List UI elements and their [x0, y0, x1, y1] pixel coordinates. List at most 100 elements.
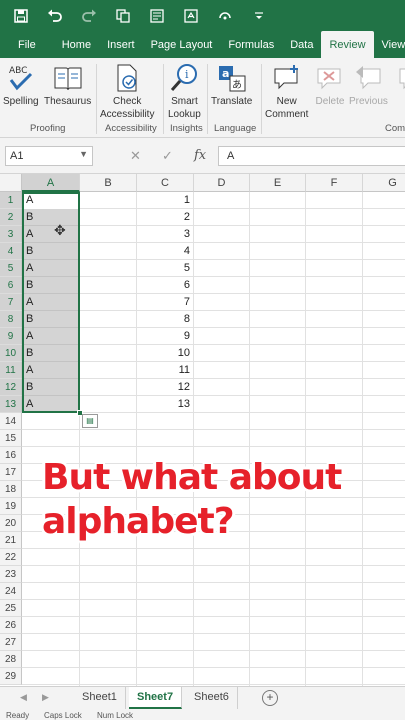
row-header[interactable]: 13 [0, 396, 22, 413]
tab-formulas[interactable]: Formulas [220, 31, 282, 58]
sheet-tab-sheet7[interactable]: Sheet7 [129, 687, 183, 709]
row-header[interactable]: 1 [0, 192, 22, 209]
cell-c[interactable]: 11 [137, 362, 194, 379]
cell-c[interactable]: 12 [137, 379, 194, 396]
chevron-down-icon[interactable]: ▼ [79, 149, 88, 159]
column-header[interactable]: C [137, 174, 194, 192]
row-header[interactable]: 23 [0, 566, 22, 583]
cell-c[interactable]: 5 [137, 260, 194, 277]
formula-input[interactable]: A [218, 146, 405, 166]
cell-c[interactable]: 3 [137, 226, 194, 243]
column-header[interactable]: G [363, 174, 405, 192]
tab-data[interactable]: Data [282, 31, 321, 58]
cell-a[interactable]: A [22, 226, 80, 243]
cell-a[interactable]: B [22, 243, 80, 260]
row-header[interactable]: 25 [0, 600, 22, 617]
cell-c[interactable]: 2 [137, 209, 194, 226]
new-comment-button[interactable]: New Comment [265, 62, 308, 121]
tab-insert[interactable]: Insert [99, 31, 143, 58]
column-header[interactable]: A [22, 174, 80, 192]
row-header[interactable]: 24 [0, 583, 22, 600]
select-all-corner[interactable] [0, 174, 22, 192]
column-header[interactable]: D [194, 174, 250, 192]
tab-home[interactable]: Home [54, 31, 99, 58]
row-header[interactable]: 19 [0, 498, 22, 515]
row-header[interactable]: 7 [0, 294, 22, 311]
column-header[interactable]: E [250, 174, 306, 192]
quick-analysis-icon[interactable]: ▤ [82, 414, 98, 428]
column-header[interactable]: B [80, 174, 137, 192]
row-header[interactable]: 14 [0, 413, 22, 430]
check-accessibility-button[interactable]: Check Accessibility [100, 62, 154, 121]
row-header[interactable]: 6 [0, 277, 22, 294]
cell-c[interactable]: 13 [137, 396, 194, 413]
cell-a[interactable]: A [22, 192, 80, 209]
tab-file[interactable]: File [0, 31, 54, 58]
cell-a[interactable]: A [22, 260, 80, 277]
next-comment-button[interactable]: N [396, 62, 405, 108]
customize-icon[interactable] [250, 7, 268, 25]
row-header[interactable]: 5 [0, 260, 22, 277]
cell-c[interactable]: 10 [137, 345, 194, 362]
translate-button[interactable]: aあ Translate [211, 62, 252, 108]
cell-a[interactable]: A [22, 362, 80, 379]
row-header[interactable]: 11 [0, 362, 22, 379]
sheet-tab-sheet1[interactable]: Sheet1 [74, 687, 126, 709]
cell-a[interactable]: B [22, 345, 80, 362]
column-header[interactable]: F [306, 174, 363, 192]
row-header[interactable]: 3 [0, 226, 22, 243]
insert-function-icon[interactable]: fx [194, 148, 206, 163]
cell-c[interactable]: 1 [137, 192, 194, 209]
cell-c[interactable]: 4 [137, 243, 194, 260]
row-header[interactable]: 9 [0, 328, 22, 345]
row-header[interactable]: 22 [0, 549, 22, 566]
spelling-button[interactable]: ABC Spelling [3, 62, 39, 108]
row-header[interactable]: 20 [0, 515, 22, 532]
row-header[interactable]: 18 [0, 481, 22, 498]
cell-a[interactable]: A [22, 396, 80, 413]
sheet-tab-sheet6[interactable]: Sheet6 [186, 687, 238, 709]
undo-icon[interactable] [46, 7, 64, 25]
row-header[interactable]: 28 [0, 651, 22, 668]
enter-icon[interactable]: ✓ [162, 148, 173, 164]
touch-mode-icon[interactable] [216, 7, 234, 25]
cell-a[interactable]: B [22, 277, 80, 294]
row-header[interactable]: 10 [0, 345, 22, 362]
row-header[interactable]: 2 [0, 209, 22, 226]
tab-review[interactable]: Review [321, 31, 374, 58]
smart-lookup-button[interactable]: i Smart Lookup [168, 62, 201, 121]
row-header[interactable]: 21 [0, 532, 22, 549]
row-header[interactable]: 12 [0, 379, 22, 396]
row-header[interactable]: 15 [0, 430, 22, 447]
row-header[interactable]: 16 [0, 447, 22, 464]
row-header[interactable]: 4 [0, 243, 22, 260]
row-header[interactable]: 17 [0, 464, 22, 481]
scroll-left-icon[interactable]: ◀ [20, 692, 27, 703]
format-painter-icon[interactable] [182, 7, 200, 25]
cell-a[interactable]: B [22, 379, 80, 396]
name-box[interactable]: A1 ▼ [5, 146, 93, 166]
row-header[interactable]: 27 [0, 634, 22, 651]
row-header[interactable]: 26 [0, 617, 22, 634]
cell-a[interactable]: A [22, 294, 80, 311]
delete-comment-button[interactable]: Delete [314, 62, 346, 108]
tab-view[interactable]: View [374, 31, 405, 58]
tab-page-layout[interactable]: Page Layout [143, 31, 221, 58]
cell-c[interactable]: 9 [137, 328, 194, 345]
previous-comment-button[interactable]: Previous [349, 62, 388, 108]
row-header[interactable]: 8 [0, 311, 22, 328]
scroll-right-icon[interactable]: ▶ [42, 692, 49, 703]
cell-a[interactable]: B [22, 311, 80, 328]
cell-c[interactable]: 6 [137, 277, 194, 294]
worksheet-grid[interactable]: A B C D E F G 1 2 3 4 5 6 7 8 9 10 11 12 13 14 15 16 17 18 19 20 21… [0, 174, 405, 686]
redo-icon[interactable] [80, 7, 98, 25]
add-sheet-icon[interactable]: + [262, 690, 278, 706]
thesaurus-button[interactable]: Thesaurus [44, 62, 91, 108]
cell-c[interactable]: 7 [137, 294, 194, 311]
print-preview-icon[interactable] [148, 7, 166, 25]
row-header[interactable]: 29 [0, 668, 22, 685]
cancel-icon[interactable]: ✕ [130, 148, 141, 164]
cell-c[interactable]: 8 [137, 311, 194, 328]
copy-icon[interactable] [114, 7, 132, 25]
cell-a[interactable]: A [22, 328, 80, 345]
